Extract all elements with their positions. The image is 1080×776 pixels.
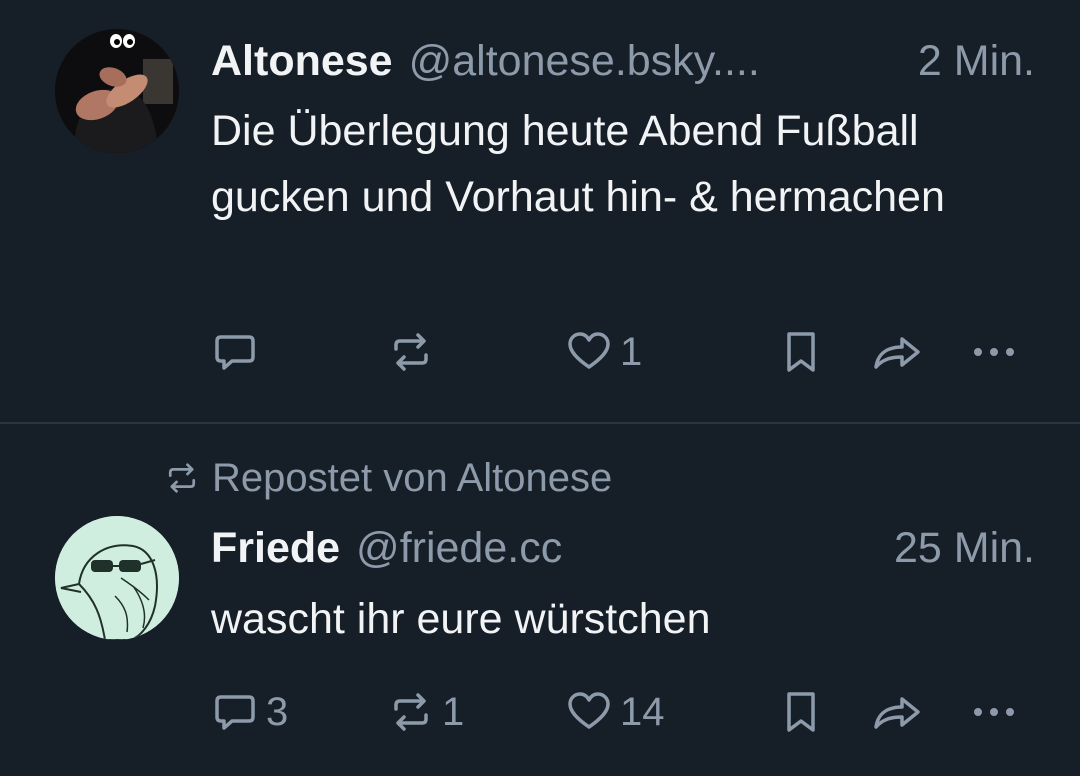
post-header: Friede @friede.cc 25 Min. xyxy=(211,518,1035,578)
repost-count: 1 xyxy=(442,689,465,734)
reply-button[interactable] xyxy=(212,322,266,382)
share-button[interactable] xyxy=(872,322,922,382)
heart-icon xyxy=(568,332,610,369)
author-handle[interactable]: @altonese.bsky.... xyxy=(409,37,904,86)
bookmark-button[interactable] xyxy=(780,682,822,742)
post-text: Die Überlegung heute Abend Fußball gucke… xyxy=(211,107,945,221)
post-text: wascht ihr eure würstchen xyxy=(211,595,711,643)
share-icon xyxy=(874,697,920,729)
user-avatar[interactable] xyxy=(55,516,179,640)
reply-count: 3 xyxy=(266,689,289,734)
post-time[interactable]: 2 Min. xyxy=(918,37,1035,86)
share-button[interactable] xyxy=(872,682,922,742)
heart-icon xyxy=(568,692,610,729)
repost-icon xyxy=(394,333,428,371)
post-actions: 3 1 14 xyxy=(0,682,1080,742)
repost-label: Repostet von Altonese xyxy=(212,455,613,500)
post-actions: 1 xyxy=(0,322,1080,382)
bookmark-icon xyxy=(787,332,815,372)
more-icon xyxy=(974,708,1014,716)
reply-icon xyxy=(215,335,255,370)
author-handle[interactable]: @friede.cc xyxy=(356,524,880,573)
repost-icon xyxy=(168,463,196,493)
like-count: 1 xyxy=(620,329,643,374)
repost-button[interactable] xyxy=(388,322,442,382)
avatar-image xyxy=(55,29,179,153)
author-name[interactable]: Altonese xyxy=(211,37,393,86)
bookmark-icon xyxy=(787,692,815,732)
more-icon xyxy=(974,348,1014,356)
feed-post[interactable]: Altonese @altonese.bsky.... 2 Min. Die Ü… xyxy=(0,0,1080,423)
like-count: 14 xyxy=(620,689,665,734)
share-icon xyxy=(874,337,920,369)
feed-post[interactable]: Repostet von Altonese Friede @friede.cc … xyxy=(0,424,1080,776)
repost-button[interactable]: 1 xyxy=(388,682,464,742)
post-time[interactable]: 25 Min. xyxy=(894,524,1035,573)
post-header: Altonese @altonese.bsky.... 2 Min. xyxy=(211,31,1035,91)
reply-icon xyxy=(215,695,255,730)
like-button[interactable]: 1 xyxy=(566,322,642,382)
bookmark-button[interactable] xyxy=(780,322,822,382)
reply-button[interactable]: 3 xyxy=(212,682,288,742)
repost-indicator[interactable]: Repostet von Altonese xyxy=(164,450,612,506)
like-button[interactable]: 14 xyxy=(566,682,665,742)
author-name[interactable]: Friede xyxy=(211,524,340,573)
more-options-button[interactable] xyxy=(970,682,1018,742)
more-options-button[interactable] xyxy=(970,322,1018,382)
repost-icon xyxy=(394,693,428,731)
avatar-image xyxy=(55,516,179,640)
user-avatar[interactable] xyxy=(55,29,179,153)
